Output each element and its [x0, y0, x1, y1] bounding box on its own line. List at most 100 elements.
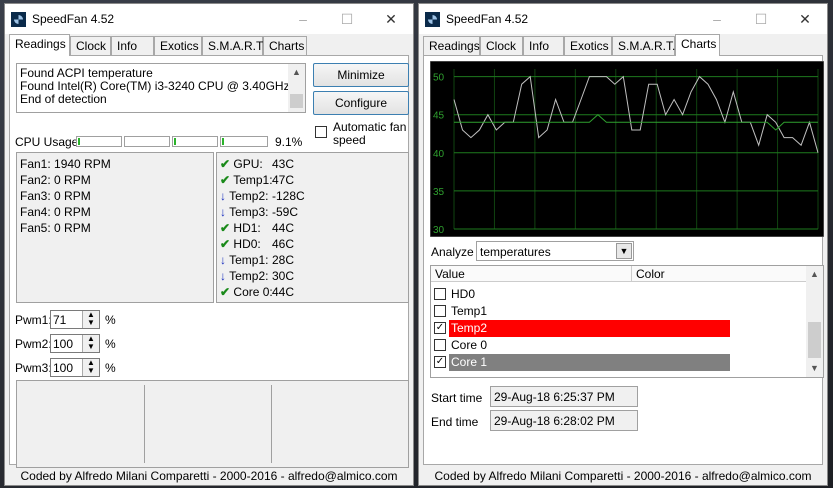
close-window-button[interactable]: ✕: [369, 6, 413, 32]
list-item[interactable]: ✓ Core 1: [434, 354, 734, 371]
minimize-window-button[interactable]: –: [281, 6, 325, 32]
tab-charts[interactable]: Charts: [263, 36, 307, 55]
readings-panel: Found ACPI temperature Found Intel(R) Co…: [9, 55, 409, 468]
tab-readings[interactable]: Readings: [9, 34, 70, 56]
sensor-list[interactable]: Value Color HD0 Temp1 ✓ Temp2 Core 0 ✓ C…: [430, 265, 824, 378]
pwm3-stepper[interactable]: 100 ▲ ▼: [50, 358, 100, 377]
series-label: Temp1: [451, 304, 488, 318]
list-item[interactable]: HD0: [434, 286, 734, 303]
analyze-select[interactable]: temperatures ▼: [476, 241, 634, 261]
stepper-arrows-icon[interactable]: ▲ ▼: [82, 311, 99, 328]
temperature-box: ✔ GPU: 43C ✔ Temp1: 47C ↓ Temp2: -128C ↓…: [216, 152, 409, 303]
list-item[interactable]: ✓ Temp2: [434, 320, 734, 337]
list-item[interactable]: Core 0: [434, 337, 734, 354]
cpu-core-usage-fill: [222, 138, 224, 145]
value-column-header[interactable]: Value: [431, 266, 632, 282]
pwm-unit: %: [105, 361, 116, 375]
cpu-core-usage-fill: [78, 138, 80, 145]
pwm-value[interactable]: 100: [53, 337, 73, 351]
cpu-core-usage-bar: [124, 136, 170, 147]
detection-log[interactable]: Found ACPI temperature Found Intel(R) Co…: [16, 63, 306, 113]
maximize-window-button[interactable]: ☐: [325, 6, 369, 32]
speedfan-app-icon: [425, 12, 440, 27]
fan-reading: Fan1: 1940 RPM: [20, 157, 111, 171]
tab-smart[interactable]: S.M.A.R.T.: [612, 36, 675, 55]
scrollbar-thumb[interactable]: [290, 94, 303, 108]
y-tick-label: 45: [433, 111, 445, 122]
status-ok-icon: ✔: [220, 285, 231, 299]
dropdown-arrow-icon[interactable]: ▼: [616, 243, 632, 259]
temp-row: ↓ Temp3:: [220, 205, 268, 219]
series-checkbox[interactable]: ✓: [434, 356, 446, 368]
scrollbar-thumb[interactable]: [808, 322, 821, 358]
status-ok-icon: ✔: [220, 237, 231, 251]
temp-value: 28C: [272, 253, 295, 267]
log-scrollbar[interactable]: ▲: [288, 64, 305, 112]
speedfan-app-icon: [11, 12, 26, 27]
minimize-window-button[interactable]: –: [695, 6, 739, 32]
pwm1-stepper[interactable]: 71 ▲ ▼: [50, 310, 100, 329]
pwm-label: Pwm1:: [15, 313, 52, 327]
series-label: HD0: [451, 287, 476, 301]
pwm-value[interactable]: 71: [53, 313, 66, 327]
pwm-label: Pwm2:: [15, 337, 52, 351]
end-time-field: 29-Aug-18 6:28:02 PM: [490, 410, 638, 431]
start-time-label: Start time: [431, 391, 483, 405]
temp-row: ↓ Temp2:: [220, 189, 268, 203]
series-checkbox[interactable]: [434, 305, 446, 317]
tab-info[interactable]: Info: [523, 36, 564, 55]
series-checkbox[interactable]: [434, 288, 446, 300]
scroll-up-icon[interactable]: ▲: [806, 266, 823, 283]
pwm2-stepper[interactable]: 100 ▲ ▼: [50, 334, 100, 353]
temp-name: Temp1:: [229, 253, 269, 267]
maximize-window-button[interactable]: ☐: [739, 6, 783, 32]
temp-row: ✔ Core 0:: [220, 285, 273, 299]
tab-clock[interactable]: Clock: [70, 36, 111, 55]
configure-button[interactable]: Configure: [313, 91, 409, 115]
credits-footer: Coded by Alfredo Milani Comparetti - 200…: [20, 469, 398, 483]
log-line: End of detection: [20, 92, 107, 106]
end-time-value: 29-Aug-18 6:28:02 PM: [494, 414, 615, 428]
window-title: SpeedFan 4.52: [446, 12, 529, 26]
scroll-down-icon[interactable]: ▼: [806, 360, 823, 377]
stepper-arrows-icon[interactable]: ▲ ▼: [82, 335, 99, 352]
temp-name: HD1:: [233, 221, 261, 235]
color-column-header[interactable]: Color: [632, 266, 807, 282]
tab-charts[interactable]: Charts: [675, 34, 720, 56]
automatic-fan-label: Automatic fan: [333, 120, 407, 134]
close-window-button[interactable]: ✕: [783, 6, 827, 32]
status-down-icon: ↓: [220, 205, 226, 219]
cpu-core-usage-fill: [174, 138, 176, 145]
pwm-unit: %: [105, 337, 116, 351]
credits-footer: Coded by Alfredo Milani Comparetti - 200…: [434, 469, 812, 483]
title-bar[interactable]: SpeedFan 4.52 – ☐ ✕: [419, 4, 827, 34]
tab-clock[interactable]: Clock: [480, 36, 523, 55]
stepper-arrows-icon[interactable]: ▲ ▼: [82, 359, 99, 376]
list-scrollbar[interactable]: ▲ ▼: [806, 266, 823, 377]
temp-row: ↓ Temp1:: [220, 253, 268, 267]
series-color-swatch: [449, 320, 730, 337]
series-checkbox[interactable]: [434, 339, 446, 351]
title-bar[interactable]: SpeedFan 4.52 – ☐ ✕: [5, 4, 413, 34]
tab-exotics[interactable]: Exotics: [154, 36, 202, 55]
tab-info[interactable]: Info: [111, 36, 154, 55]
temp-value: 44C: [272, 221, 295, 235]
tab-smart[interactable]: S.M.A.R.T.: [202, 36, 265, 55]
temp-name: HD0:: [233, 237, 261, 251]
automatic-fan-speed-checkbox[interactable]: [315, 126, 327, 138]
automatic-fan-label-2: speed: [333, 133, 366, 147]
color-header-label: Color: [636, 267, 665, 281]
fan-reading: Fan3: 0 RPM: [20, 189, 91, 203]
series-checkbox[interactable]: ✓: [434, 322, 446, 334]
scroll-up-icon[interactable]: ▲: [288, 64, 305, 81]
cpu-core-usage-bar: [76, 136, 122, 147]
list-item[interactable]: Temp1: [434, 303, 734, 320]
divider: [271, 385, 272, 463]
temp-value: 43C: [272, 157, 295, 171]
minimize-button[interactable]: Minimize: [313, 63, 409, 87]
tab-readings[interactable]: Readings: [423, 36, 480, 55]
pwm-value[interactable]: 100: [53, 361, 73, 375]
log-line: Found Intel(R) Core(TM) i3-3240 CPU @ 3.…: [20, 79, 290, 93]
analyze-selected-value[interactable]: temperatures: [480, 245, 551, 259]
tab-exotics[interactable]: Exotics: [564, 36, 612, 55]
